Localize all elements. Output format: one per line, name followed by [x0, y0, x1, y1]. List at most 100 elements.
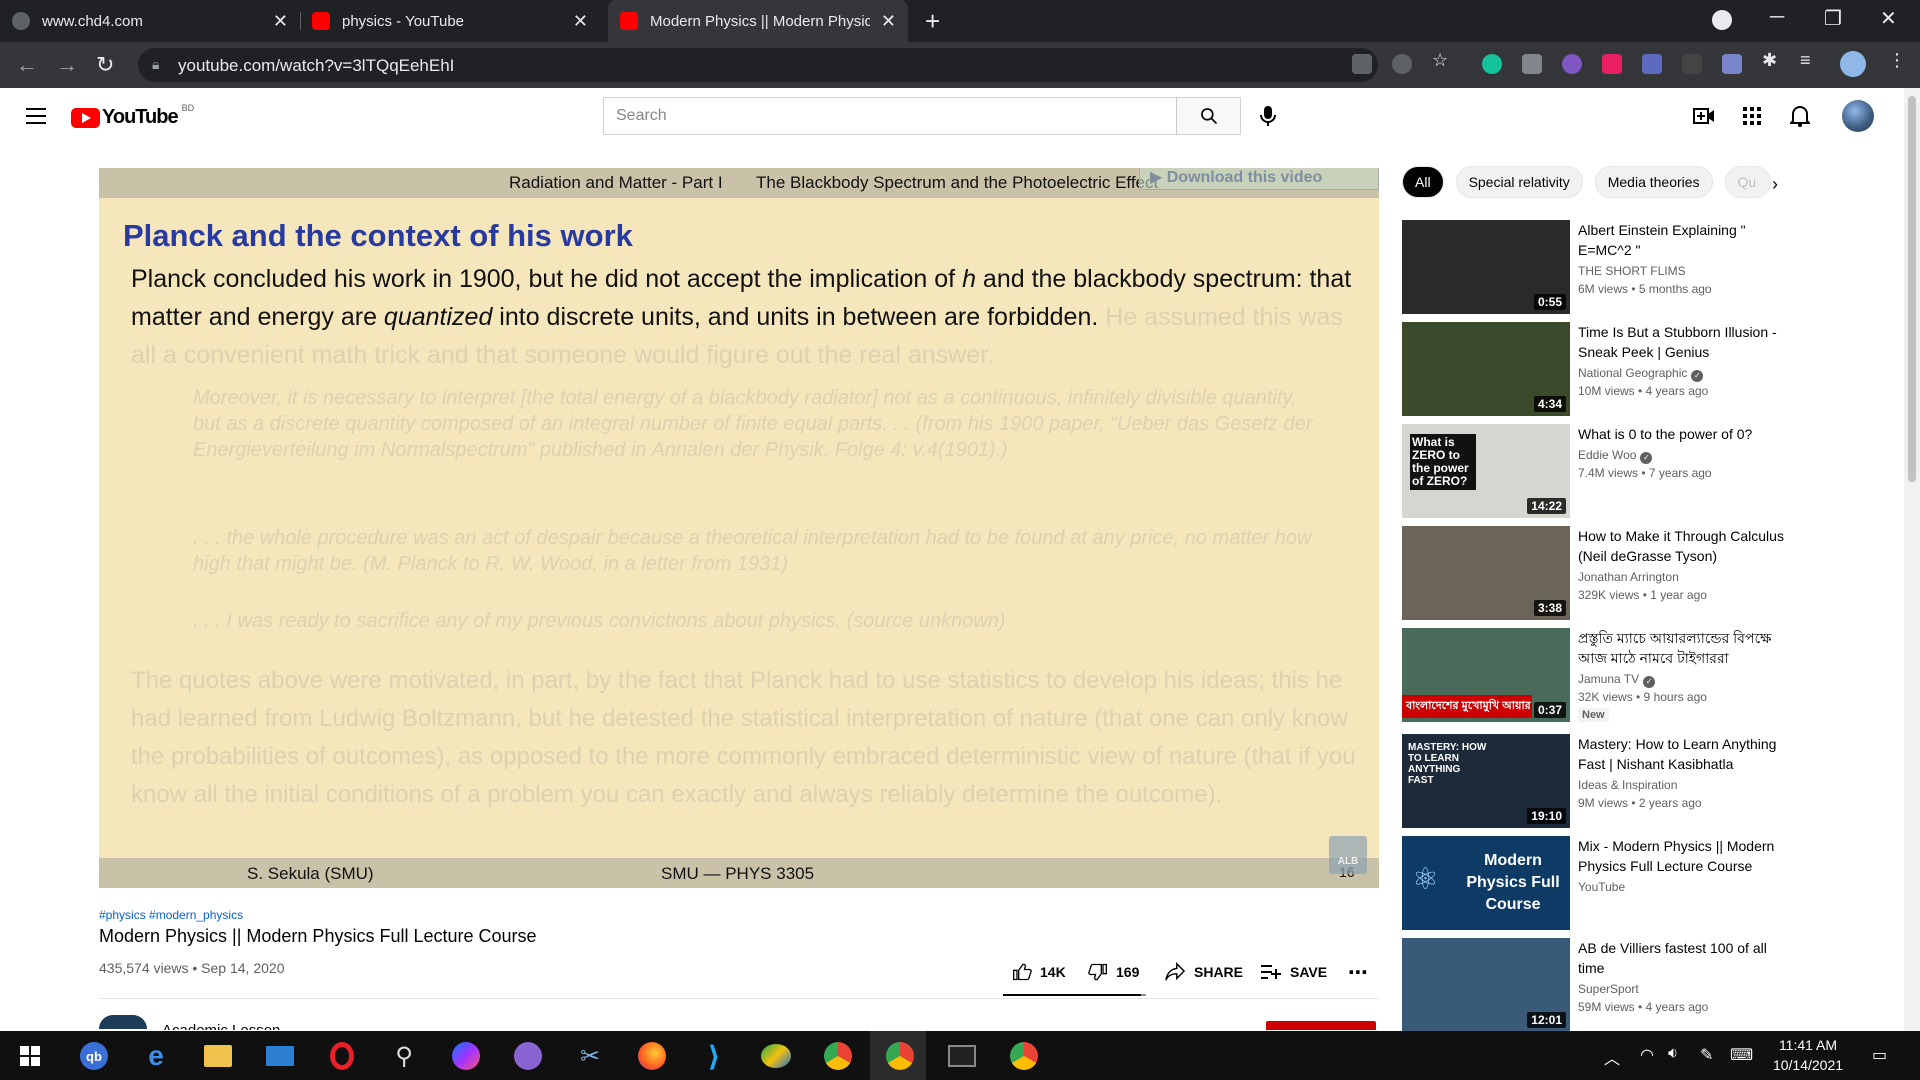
notifications-button[interactable]: [1788, 104, 1812, 128]
profile-avatar[interactable]: [1840, 51, 1866, 77]
video-thumbnail[interactable]: MASTERY: HOW TO LEARN ANYTHING FAST 19:1…: [1402, 734, 1570, 828]
window-close-button[interactable]: ✕: [1880, 6, 1897, 31]
github-desktop-icon[interactable]: [514, 1042, 542, 1070]
recommendation-channel[interactable]: Jamuna TV ✓: [1578, 672, 1656, 688]
file-explorer-icon[interactable]: [204, 1045, 232, 1067]
reload-icon[interactable]: ↻: [96, 52, 114, 78]
extension-icon[interactable]: [1562, 54, 1582, 74]
chrome-profile-icon[interactable]: [1010, 1042, 1038, 1070]
recommendation-title[interactable]: What is 0 to the power of 0?: [1578, 424, 1788, 444]
edge-legacy-icon[interactable]: e: [140, 1040, 172, 1072]
chip-partial[interactable]: Qu: [1724, 166, 1771, 198]
system-clock[interactable]: 11:41 AM 10/14/2021: [1760, 1035, 1856, 1075]
terminal-icon[interactable]: [948, 1045, 976, 1067]
video-thumbnail[interactable]: 4:34: [1402, 322, 1570, 416]
channel-watermark[interactable]: ALB: [1329, 836, 1367, 874]
network-icon[interactable]: ◠: [1640, 1045, 1654, 1065]
download-video-button[interactable]: ▶ Download this video: [1139, 168, 1379, 190]
windows-start-icon[interactable]: [14, 1040, 46, 1072]
chip-all[interactable]: All: [1402, 166, 1444, 198]
like-button[interactable]: 14K: [1012, 960, 1066, 984]
recommendation-title[interactable]: Mastery: How to Learn Anything Fast | Ni…: [1578, 734, 1788, 774]
video-hashtags[interactable]: #physics #modern_physics: [99, 908, 243, 922]
video-thumbnail[interactable]: 12:01: [1402, 938, 1570, 1032]
recommendation-channel[interactable]: THE SHORT FLIMS: [1578, 264, 1686, 278]
forward-icon[interactable]: →: [56, 52, 78, 78]
puzzle-icon[interactable]: ✱: [1762, 50, 1782, 70]
channel-name[interactable]: Academic Lesson: [162, 1022, 280, 1030]
mail-icon[interactable]: [266, 1046, 294, 1066]
recommendation-item[interactable]: 4:34 Time Is But a Stubborn Illusion - S…: [1402, 322, 1892, 416]
chrome-icon[interactable]: [824, 1042, 852, 1070]
qbittorrent-icon[interactable]: qb: [80, 1042, 108, 1070]
video-thumbnail[interactable]: ⚛ Modern Physics Full Course: [1402, 836, 1570, 930]
scrollbar-thumb[interactable]: [1908, 96, 1916, 482]
firefox-icon[interactable]: [638, 1042, 666, 1070]
apps-button[interactable]: [1740, 104, 1764, 128]
reading-list-icon[interactable]: ≡: [1800, 50, 1820, 70]
recommendation-item[interactable]: ⚛ Modern Physics Full Course Mix - Moder…: [1402, 836, 1892, 930]
tab-search-icon[interactable]: [1712, 10, 1732, 30]
messenger-icon[interactable]: [452, 1042, 480, 1070]
video-thumbnail[interactable]: What is ZERO to the power of ZERO? 14:22: [1402, 424, 1570, 518]
tab-physics-youtube[interactable]: physics - YouTube ✕: [300, 0, 600, 42]
recommendation-title[interactable]: Albert Einstein Explaining " E=MC^2 ": [1578, 220, 1788, 260]
voice-search-button[interactable]: [1256, 102, 1280, 130]
recommendation-title[interactable]: প্রস্তুতি ম্যাচে আয়ারল্যান্ডের বিপক্ষে …: [1578, 628, 1788, 668]
page-scrollbar[interactable]: [1904, 88, 1920, 1031]
edge-icon[interactable]: [761, 1044, 791, 1068]
recommendation-title[interactable]: How to Make it Through Calculus (Neil de…: [1578, 526, 1788, 566]
recommendation-channel[interactable]: Jonathan Arrington: [1578, 570, 1679, 584]
account-avatar[interactable]: [1842, 100, 1874, 132]
recommendation-title[interactable]: Mix - Modern Physics || Modern Physics F…: [1578, 836, 1788, 876]
keyboard-icon[interactable]: ⌨: [1730, 1045, 1753, 1065]
channel-avatar[interactable]: [99, 1015, 147, 1029]
save-button[interactable]: SAVE: [1260, 960, 1327, 984]
close-icon[interactable]: ✕: [273, 11, 288, 32]
extension-icon[interactable]: [1602, 54, 1622, 74]
recommendation-channel[interactable]: Eddie Woo ✓: [1578, 448, 1653, 464]
recommendation-channel[interactable]: National Geographic ✓: [1578, 366, 1704, 382]
address-bar[interactable]: 🔒︎ youtube.com/watch?v=3lTQqEehEhI: [138, 48, 1378, 82]
recommendation-channel[interactable]: Ideas & Inspiration: [1578, 778, 1677, 792]
restore-button[interactable]: ❐: [1824, 6, 1842, 31]
recommendation-channel[interactable]: YouTube: [1578, 880, 1625, 894]
recommendation-title[interactable]: Time Is But a Stubborn Illusion - Sneak …: [1578, 322, 1788, 362]
video-player[interactable]: Radiation and Matter - Part I The Blackb…: [99, 168, 1379, 888]
dislike-button[interactable]: 169: [1088, 960, 1139, 984]
chip-special-relativity[interactable]: Special relativity: [1455, 166, 1583, 198]
bookmark-star-icon[interactable]: ☆: [1432, 50, 1452, 70]
grammarly-icon[interactable]: [1482, 54, 1502, 74]
tab-modern-physics[interactable]: Modern Physics || Modern Physic ✕: [608, 0, 908, 42]
pen-icon[interactable]: [1722, 54, 1742, 74]
chrome-icon[interactable]: [886, 1042, 914, 1070]
share-button[interactable]: SHARE: [1164, 960, 1243, 984]
recommendation-item[interactable]: বাংলাদেশের মুখোমুখি আয়ার 0:37 প্রস্তুতি…: [1402, 628, 1892, 722]
recommendation-item[interactable]: 0:55 Albert Einstein Explaining " E=MC^2…: [1402, 220, 1892, 314]
volume-icon[interactable]: 🔉︎: [1668, 1045, 1678, 1063]
video-thumbnail[interactable]: 0:55: [1402, 220, 1570, 314]
minimize-button[interactable]: ─: [1770, 6, 1784, 29]
satellite-app-icon[interactable]: ⚲: [388, 1040, 420, 1072]
back-icon[interactable]: ←: [16, 52, 38, 78]
vscode-icon[interactable]: ⟩: [698, 1040, 730, 1072]
recommendation-item[interactable]: MASTERY: HOW TO LEARN ANYTHING FAST 19:1…: [1402, 734, 1892, 828]
snipping-tool-icon[interactable]: ✂: [574, 1040, 606, 1072]
create-video-button[interactable]: [1692, 104, 1716, 128]
zoom-icon[interactable]: [1392, 54, 1412, 74]
tab-chd4[interactable]: www.chd4.com ✕: [0, 0, 300, 42]
video-thumbnail[interactable]: 3:38: [1402, 526, 1570, 620]
youtube-logo[interactable]: YouTube BD: [71, 103, 194, 129]
install-icon[interactable]: [1352, 54, 1372, 74]
camera-icon[interactable]: [1522, 54, 1542, 74]
chevron-up-icon[interactable]: ︿: [1604, 1045, 1620, 1069]
chevron-right-icon[interactable]: ›: [1772, 174, 1778, 195]
close-icon[interactable]: ✕: [881, 11, 896, 32]
hamburger-menu-icon[interactable]: [26, 108, 46, 124]
close-icon[interactable]: ✕: [573, 11, 588, 32]
download-extension-icon[interactable]: [1642, 54, 1662, 74]
subscribe-button[interactable]: [1266, 1021, 1376, 1030]
recommendation-item[interactable]: 3:38 How to Make it Through Calculus (Ne…: [1402, 526, 1892, 620]
notification-center-icon[interactable]: ▭: [1872, 1045, 1887, 1065]
pen-workspace-icon[interactable]: ✎: [1700, 1045, 1713, 1065]
